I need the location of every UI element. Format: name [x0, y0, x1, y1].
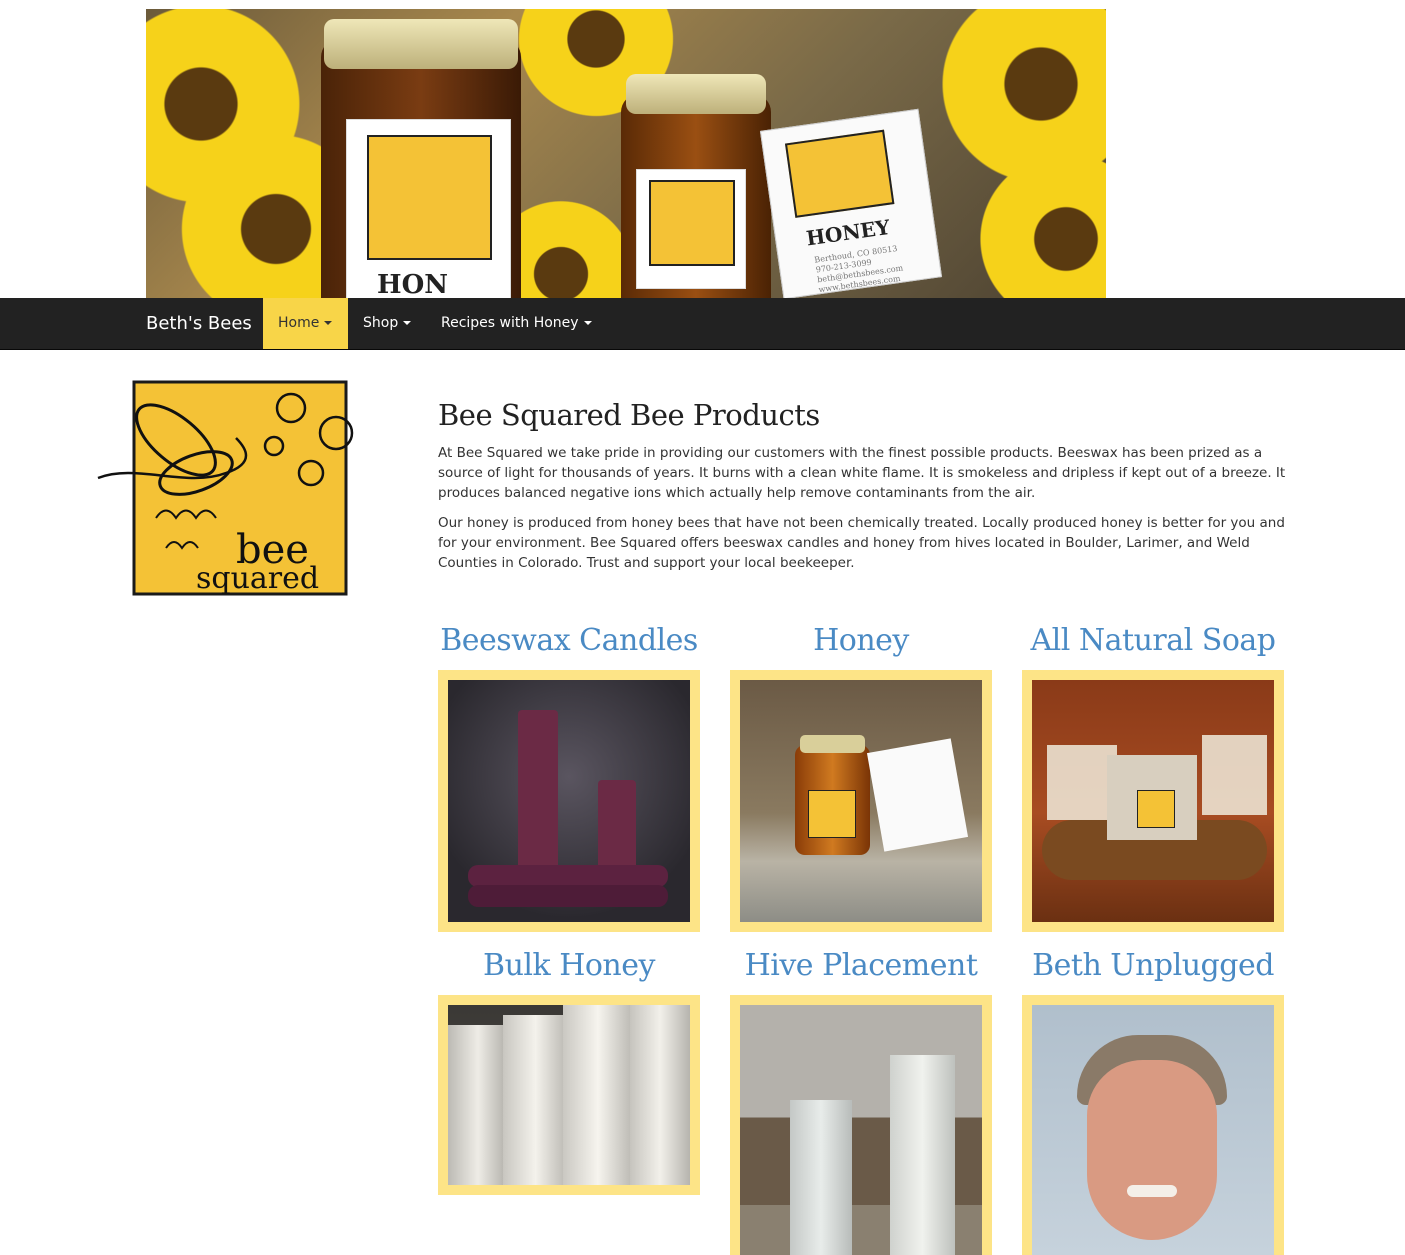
soap-photo [1032, 680, 1274, 922]
product-title-hive-placement[interactable]: Hive Placement [730, 948, 992, 983]
product-title-bulk-honey[interactable]: Bulk Honey [438, 948, 700, 983]
bulk-honey-buckets-photo [448, 1005, 690, 1185]
header-banner: HON HONEY Berthoud, CO 80513 970-213-309… [146, 9, 1106, 298]
product-card-soap[interactable] [1022, 670, 1284, 932]
product-title-beeswax-candles[interactable]: Beeswax Candles [438, 623, 700, 658]
main-navbar: Beth's Bees Home Shop Recipes with Honey [0, 298, 1405, 350]
nav-home-label: Home [278, 315, 320, 331]
nav-home[interactable]: Home [263, 298, 348, 349]
product-card-honey[interactable] [730, 670, 992, 932]
product-title-soap[interactable]: All Natural Soap [1022, 623, 1284, 658]
product-card-beth-unplugged[interactable] [1022, 995, 1284, 1255]
logo-text-squared: squared [196, 561, 319, 596]
product-card-hive-placement[interactable] [730, 995, 992, 1255]
product-title-beth-unplugged[interactable]: Beth Unplugged [1022, 948, 1284, 983]
bee-squared-logo: bee squared [97, 380, 354, 596]
chevron-down-icon [324, 321, 333, 325]
chevron-down-icon [583, 321, 592, 325]
product-card-beeswax-candles[interactable] [438, 670, 700, 932]
beth-portrait-photo [1032, 1005, 1274, 1255]
chevron-down-icon [403, 321, 412, 325]
nav-recipes-label: Recipes with Honey [441, 315, 579, 331]
beeswax-candles-photo [448, 680, 690, 922]
nav-shop-label: Shop [363, 315, 399, 331]
beehives-photo [740, 1005, 982, 1255]
page-title: Bee Squared Bee Products [438, 398, 820, 432]
product-card-bulk-honey[interactable] [438, 995, 700, 1195]
banner-honey-label: HONEY [804, 214, 892, 251]
honey-jar-photo [740, 680, 982, 922]
nav-recipes[interactable]: Recipes with Honey [426, 298, 607, 349]
nav-shop[interactable]: Shop [348, 298, 426, 349]
intro-paragraph: At Bee Squared we take pride in providin… [438, 445, 1286, 501]
brand-link[interactable]: Beth's Bees [146, 298, 252, 349]
intro-paragraph: Our honey is produced from honey bees th… [438, 515, 1285, 571]
product-title-honey[interactable]: Honey [730, 623, 992, 658]
